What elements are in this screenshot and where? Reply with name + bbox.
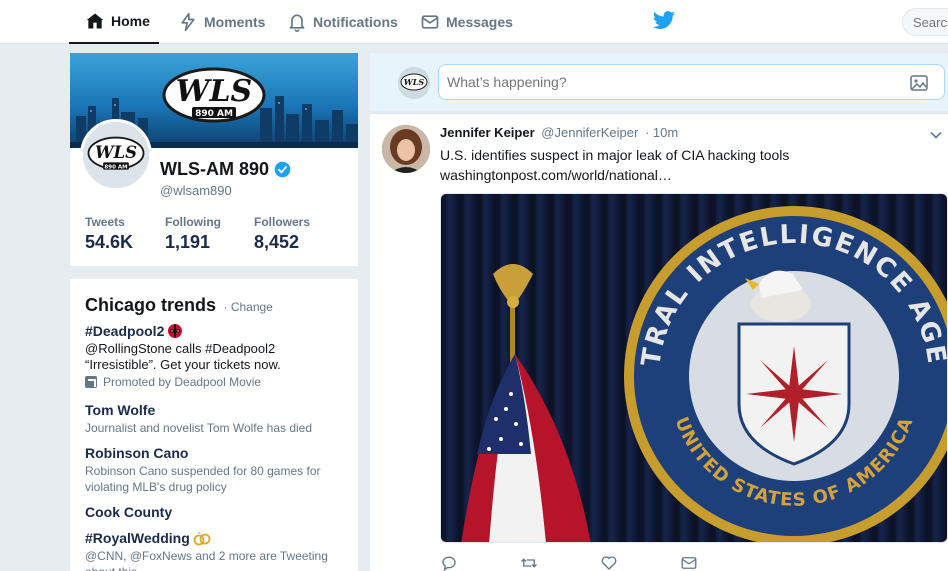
stat-label: Following <box>165 215 221 229</box>
nav-moments[interactable]: Moments <box>178 0 265 44</box>
wedding-rings-icon <box>193 531 211 546</box>
tweet-author-handle[interactable]: @JenniferKeiper <box>541 125 638 140</box>
reply-icon <box>442 556 456 571</box>
trend-item[interactable]: #RoyalWedding @CNN, @FoxNews and 2 more … <box>85 530 345 571</box>
stat-value: 54.6K <box>85 232 134 252</box>
trend-item[interactable]: Robinson Cano Robinson Cano suspended fo… <box>85 445 345 495</box>
nav-notifications[interactable]: Notifications <box>287 0 398 44</box>
promoted-icon <box>85 376 97 388</box>
svg-text:890 AM: 890 AM <box>104 164 127 170</box>
reply-button[interactable] <box>440 554 520 571</box>
profile-avatar[interactable]: WLS 890 AM <box>80 119 152 191</box>
nav-home[interactable]: Home <box>69 0 159 44</box>
trends-header: Chicago trends · Change <box>85 295 343 316</box>
promoted-text: Promoted by Deadpool Movie <box>103 375 262 389</box>
deadpool-emoji-icon <box>168 324 183 338</box>
nav-messages[interactable]: Messages <box>420 0 513 44</box>
top-navigation-bar: Home Moments Notifications Messages <box>0 0 948 44</box>
trend-name: Cook County <box>85 504 173 520</box>
trend-name: Tom Wolfe <box>85 402 156 418</box>
wls-avatar-logo-icon: WLS <box>398 67 430 99</box>
trend-body: @RollingStone calls #Deadpool2 “Irresist… <box>85 341 281 372</box>
trend-item[interactable]: Cook County <box>85 504 345 520</box>
stat-followers[interactable]: Followers 8,452 <box>254 215 310 253</box>
tweet-media-image[interactable]: CENTRAL INTELLIGENCE AGENCY UNITED STATE… <box>440 193 948 543</box>
nav-moments-label: Moments <box>204 14 266 30</box>
person-avatar-image <box>382 125 430 173</box>
nav-notifications-label: Notifications <box>313 14 398 30</box>
envelope-icon <box>681 557 697 569</box>
profile-name[interactable]: WLS-AM 890 <box>160 159 291 180</box>
tweet-author-avatar[interactable] <box>382 125 430 173</box>
trends-panel: Chicago trends · Change #Deadpool2 @Roll… <box>70 279 358 571</box>
trend-item[interactable]: #Deadpool2 @RollingStone calls #Deadpool… <box>85 323 345 389</box>
svg-text:WLS: WLS <box>95 143 137 162</box>
twitter-bird-icon[interactable] <box>652 11 676 31</box>
stat-label: Tweets <box>85 215 125 229</box>
stat-value: 1,191 <box>165 232 211 252</box>
trend-description: @CNN, @FoxNews and 2 more are Tweeting a… <box>85 549 328 571</box>
add-photo-icon[interactable] <box>910 75 928 91</box>
svg-text:890 AM: 890 AM <box>195 109 233 119</box>
tweet-text: U.S. identifies suspect in major leak of… <box>440 147 790 163</box>
trends-change-link[interactable]: · Change <box>223 300 272 314</box>
trend-description: Robinson Cano suspended for 80 games for… <box>85 464 321 494</box>
compose-input[interactable] <box>438 64 945 100</box>
lightning-icon <box>181 12 195 32</box>
chevron-down-icon[interactable] <box>930 129 942 141</box>
stat-value: 8,452 <box>254 232 300 252</box>
compose-avatar[interactable]: WLS <box>398 67 430 99</box>
heart-icon <box>601 556 617 570</box>
trend-name: #RoyalWedding <box>85 530 190 546</box>
tweet-link[interactable]: washingtonpost.com/world/national… <box>440 165 672 185</box>
envelope-icon <box>421 15 439 29</box>
like-button[interactable] <box>600 554 680 571</box>
compose-box: WLS <box>370 53 948 111</box>
home-icon <box>86 13 104 29</box>
trend-description: Journalist and novelist Tom Wolfe has di… <box>85 421 313 435</box>
tweet-header: Jennifer Keiper @JenniferKeiper · 10m <box>440 125 678 140</box>
tweet-timestamp[interactable]: · 10m <box>645 125 678 140</box>
svg-text:WLS: WLS <box>176 74 252 109</box>
promoted-label: Promoted by Deadpool Movie <box>85 375 345 389</box>
retweet-button[interactable] <box>520 554 600 571</box>
trend-name: Robinson Cano <box>85 445 189 461</box>
profile-handle[interactable]: @wlsam890 <box>160 183 232 198</box>
trends-title: Chicago trends <box>85 295 217 315</box>
wls-logo-image: WLS 890 AM <box>162 67 266 123</box>
profile-card: WLS 890 AM WLS 890 AM WLS-AM 890 @wlsam8… <box>70 53 358 266</box>
retweet-icon <box>521 558 537 568</box>
profile-name-text: WLS-AM 890 <box>160 159 270 179</box>
cia-seal-photo: CENTRAL INTELLIGENCE AGENCY UNITED STATE… <box>441 194 947 542</box>
tweet-actions <box>440 554 760 571</box>
verified-badge-icon <box>274 161 291 178</box>
wls-avatar-logo-icon: WLS 890 AM <box>83 122 149 188</box>
stat-following[interactable]: Following 1,191 <box>165 215 221 253</box>
trend-item[interactable]: Tom Wolfe Journalist and novelist Tom Wo… <box>85 402 345 436</box>
tweet-card[interactable]: Jennifer Keiper @JenniferKeiper · 10m U.… <box>370 113 948 571</box>
bell-icon <box>289 14 305 32</box>
stat-label: Followers <box>254 215 311 229</box>
tweet-author-name[interactable]: Jennifer Keiper <box>440 125 535 140</box>
stat-tweets[interactable]: Tweets 54.6K <box>85 215 133 253</box>
search-input[interactable] <box>902 8 948 36</box>
direct-message-button[interactable] <box>680 554 760 571</box>
nav-home-label: Home <box>111 13 150 29</box>
nav-messages-label: Messages <box>446 14 513 30</box>
trend-name: #Deadpool2 <box>85 323 165 339</box>
svg-text:WLS: WLS <box>404 77 425 87</box>
